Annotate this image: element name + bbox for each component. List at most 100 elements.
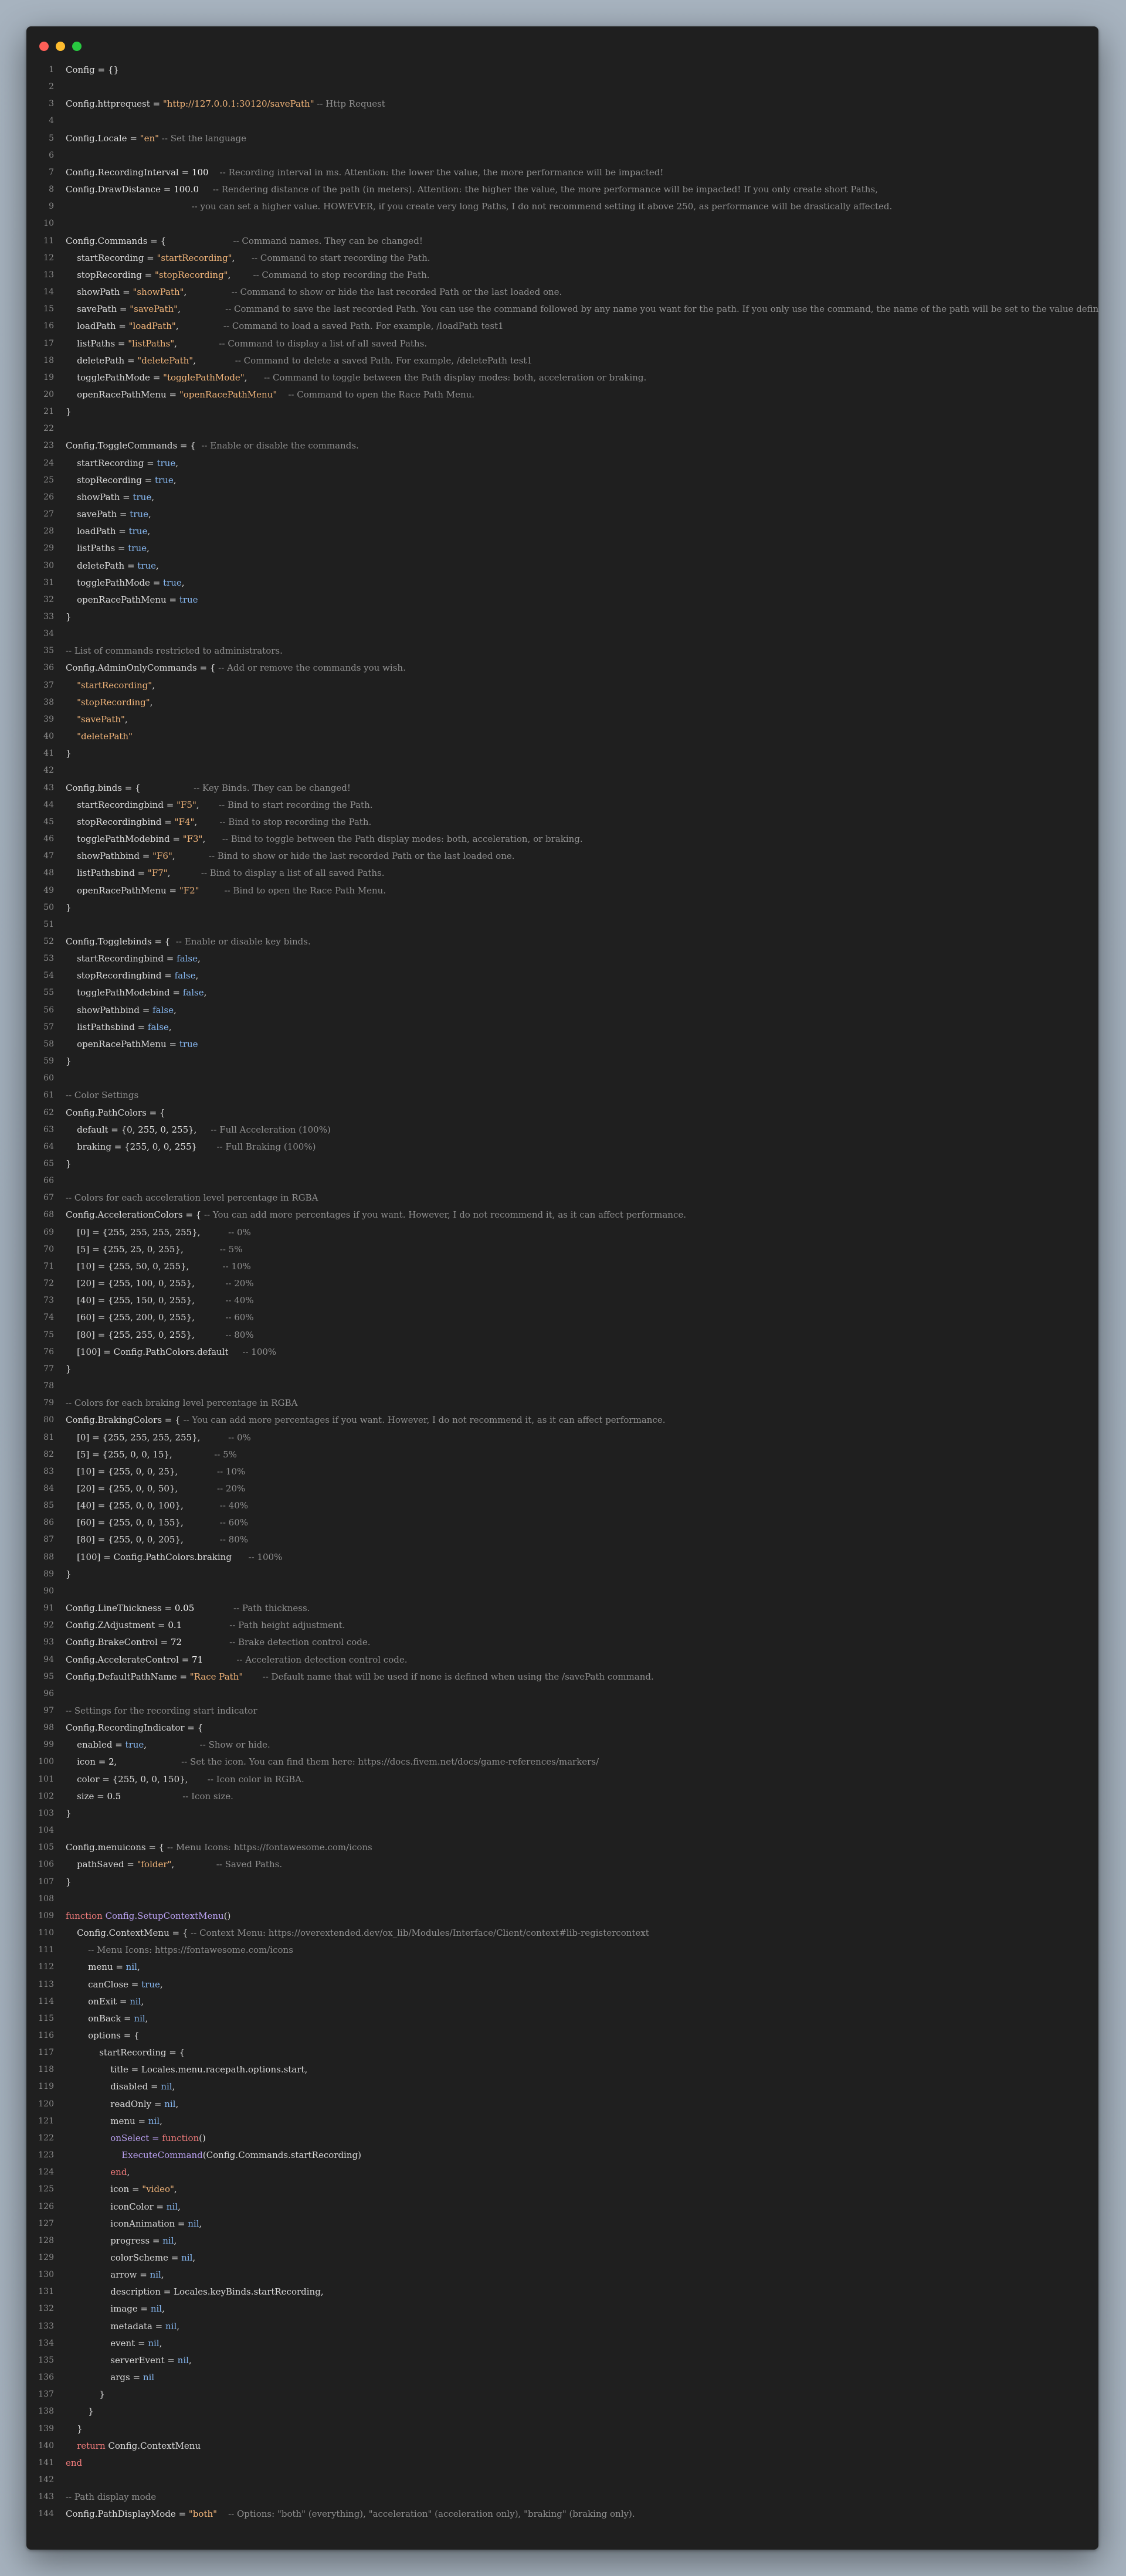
code-line[interactable]: 97 -- Settings for the recording start in… — [26, 1702, 1098, 1719]
code-line[interactable]: 72 [20] = {255, 100, 0, 255}, -- 20% — [26, 1275, 1098, 1292]
code-line[interactable]: 37 "startRecording", — [26, 677, 1098, 694]
code-line[interactable]: 93 Config.BrakeControl = 72 -- Brake dete… — [26, 1634, 1098, 1651]
code-line[interactable]: 118 title = Locales.menu.racepath.option… — [26, 2061, 1098, 2078]
code-line[interactable]: 132 image = nil, — [26, 2300, 1098, 2317]
code-line[interactable]: 76 [100] = Config.PathColors.default -- … — [26, 1344, 1098, 1361]
code-line[interactable]: 9 -- you can set a higher value. HOWEVER… — [26, 198, 1098, 215]
code-line[interactable]: 128 progress = nil, — [26, 2232, 1098, 2249]
code-line[interactable]: 20 openRacePathMenu = "openRacePathMenu"… — [26, 386, 1098, 403]
code-line[interactable]: 70 [5] = {255, 25, 0, 255}, -- 5% — [26, 1241, 1098, 1258]
code-line[interactable]: 90 — [26, 1583, 1098, 1600]
code-line[interactable]: 27 savePath = true, — [26, 506, 1098, 523]
code-line[interactable]: 126 iconColor = nil, — [26, 2198, 1098, 2215]
code-line[interactable]: 8 Config.DrawDistance = 100.0 -- Renderin… — [26, 181, 1098, 198]
code-line[interactable]: 47 showPathbind = "F6", -- Bind to show … — [26, 848, 1098, 865]
code-line[interactable]: 5 Config.Locale = "en" -- Set the languag… — [26, 130, 1098, 147]
code-line[interactable]: 59} — [26, 1053, 1098, 1070]
code-line[interactable]: 30 deletePath = true, — [26, 558, 1098, 575]
code-line[interactable]: 69 [0] = {255, 255, 255, 255}, -- 0% — [26, 1224, 1098, 1241]
code-line[interactable]: 22 — [26, 420, 1098, 437]
code-line[interactable]: 106 pathSaved = "folder", -- Saved Paths… — [26, 1856, 1098, 1873]
code-line[interactable]: 24 startRecording = true, — [26, 455, 1098, 472]
code-line[interactable]: 77} — [26, 1361, 1098, 1378]
code-line[interactable]: 87 [80] = {255, 0, 0, 205}, -- 80% — [26, 1531, 1098, 1548]
code-line[interactable]: 66 — [26, 1173, 1098, 1190]
code-line[interactable]: 21} — [26, 403, 1098, 420]
code-line[interactable]: 82 [5] = {255, 0, 0, 15}, -- 5% — [26, 1446, 1098, 1463]
code-line[interactable]: 39 "savePath", — [26, 711, 1098, 728]
minimize-icon[interactable] — [56, 42, 65, 51]
code-line[interactable]: 23 Config.ToggleCommands = { -- Enable or… — [26, 437, 1098, 454]
code-line[interactable]: 62 Config.PathColors = { — [26, 1105, 1098, 1122]
code-line[interactable]: 15 savePath = "savePath", -- Command to … — [26, 301, 1098, 318]
code-line[interactable]: 28 loadPath = true, — [26, 523, 1098, 540]
code-line[interactable]: 125 icon = "video", — [26, 2181, 1098, 2198]
code-line[interactable]: 14 showPath = "showPath", -- Command to … — [26, 284, 1098, 301]
code-line[interactable]: 139 } — [26, 2421, 1098, 2438]
code-line[interactable]: 10 — [26, 215, 1098, 232]
code-line[interactable]: 110 Config.ContextMenu = { -- Context Me… — [26, 1925, 1098, 1942]
code-line[interactable]: 79 -- Colors for each braking level perce… — [26, 1395, 1098, 1412]
code-line[interactable]: 138 } — [26, 2403, 1098, 2420]
code-line[interactable]: 60 — [26, 1070, 1098, 1087]
code-line[interactable]: 130 arrow = nil, — [26, 2266, 1098, 2283]
code-line[interactable]: 109 function Config.SetupContextMenu() — [26, 1908, 1098, 1925]
code-line[interactable]: 137 } — [26, 2386, 1098, 2403]
code-line[interactable]: 32 openRacePathMenu = true — [26, 592, 1098, 609]
code-line[interactable]: 52 Config.Togglebinds = { -- Enable or di… — [26, 933, 1098, 950]
code-line[interactable]: 75 [80] = {255, 255, 0, 255}, -- 80% — [26, 1327, 1098, 1344]
code-line[interactable]: 58 openRacePathMenu = true — [26, 1036, 1098, 1053]
code-line[interactable]: 92 Config.ZAdjustment = 0.1 -- Path heigh… — [26, 1617, 1098, 1634]
code-line[interactable]: 73 [40] = {255, 150, 0, 255}, -- 40% — [26, 1292, 1098, 1309]
maximize-icon[interactable] — [72, 42, 82, 51]
code-line[interactable]: 68 Config.AccelerationColors = { -- You c… — [26, 1207, 1098, 1224]
code-line[interactable]: 121 menu = nil, — [26, 2113, 1098, 2130]
code-line[interactable]: 56 showPathbind = false, — [26, 1002, 1098, 1019]
code-line[interactable]: 17 listPaths = "listPaths", -- Command t… — [26, 335, 1098, 352]
code-line[interactable]: 133 metadata = nil, — [26, 2318, 1098, 2335]
code-line[interactable]: 46 togglePathModebind = "F3", -- Bind to… — [26, 831, 1098, 848]
code-line[interactable]: 114 onExit = nil, — [26, 1993, 1098, 2010]
code-line[interactable]: 64 braking = {255, 0, 0, 255} -- Full Br… — [26, 1139, 1098, 1156]
code-line[interactable]: 51 — [26, 916, 1098, 933]
code-line[interactable]: 13 stopRecording = "stopRecording", -- C… — [26, 267, 1098, 284]
code-line[interactable]: 84 [20] = {255, 0, 0, 50}, -- 20% — [26, 1480, 1098, 1497]
code-line[interactable]: 88 [100] = Config.PathColors.braking -- … — [26, 1549, 1098, 1566]
code-line[interactable]: 107} — [26, 1874, 1098, 1891]
code-line[interactable]: 127 iconAnimation = nil, — [26, 2215, 1098, 2232]
code-line[interactable]: 16 loadPath = "loadPath", -- Command to … — [26, 318, 1098, 335]
code-line[interactable]: 40 "deletePath" — [26, 728, 1098, 745]
code-line[interactable]: 136 args = nil — [26, 2369, 1098, 2386]
code-line[interactable]: 103} — [26, 1805, 1098, 1822]
code-line[interactable]: 55 togglePathModebind = false, — [26, 984, 1098, 1001]
code-line[interactable]: 100 icon = 2, -- Set the icon. You can f… — [26, 1753, 1098, 1770]
code-line[interactable]: 42 — [26, 762, 1098, 779]
code-line[interactable]: 2 — [26, 79, 1098, 96]
code-line[interactable]: 108 — [26, 1891, 1098, 1908]
code-line[interactable]: 113 canClose = true, — [26, 1976, 1098, 1993]
code-line[interactable]: 11 Config.Commands = { -- Command names. … — [26, 233, 1098, 250]
code-line[interactable]: 3 Config.httprequest = "http://127.0.0.1:… — [26, 96, 1098, 113]
code-line[interactable]: 135 serverEvent = nil, — [26, 2352, 1098, 2369]
code-line[interactable]: 131 description = Locales.keyBinds.start… — [26, 2283, 1098, 2300]
code-line[interactable]: 35 -- List of commands restricted to admi… — [26, 643, 1098, 660]
code-line[interactable]: 94 Config.AccelerateControl = 71 -- Accel… — [26, 1651, 1098, 1668]
code-line[interactable]: 89} — [26, 1566, 1098, 1583]
code-line[interactable]: 102 size = 0.5 -- Icon size. — [26, 1788, 1098, 1805]
code-line[interactable]: 81 [0] = {255, 255, 255, 255}, -- 0% — [26, 1429, 1098, 1446]
code-line[interactable]: 85 [40] = {255, 0, 0, 100}, -- 40% — [26, 1497, 1098, 1514]
code-line[interactable]: 54 stopRecordingbind = false, — [26, 967, 1098, 984]
code-line[interactable]: 116 options = { — [26, 2027, 1098, 2044]
code-line[interactable]: 18 deletePath = "deletePath", -- Command… — [26, 352, 1098, 369]
code-line[interactable]: 57 listPathsbind = false, — [26, 1019, 1098, 1036]
code-line[interactable]: 65} — [26, 1156, 1098, 1173]
code-line[interactable]: 31 togglePathMode = true, — [26, 575, 1098, 592]
code-line[interactable]: 71 [10] = {255, 50, 0, 255}, -- 10% — [26, 1258, 1098, 1275]
code-line[interactable]: 123 ExecuteCommand(Config.Commands.start… — [26, 2147, 1098, 2164]
code-line[interactable]: 33} — [26, 609, 1098, 626]
code-line[interactable]: 122 onSelect = function() — [26, 2130, 1098, 2147]
code-line[interactable]: 83 [10] = {255, 0, 0, 25}, -- 10% — [26, 1463, 1098, 1480]
code-line[interactable]: 63 default = {0, 255, 0, 255}, -- Full A… — [26, 1122, 1098, 1139]
code-line[interactable]: 143 -- Path display mode — [26, 2489, 1098, 2506]
code-line[interactable]: 43 Config.binds = { -- Key Binds. They ca… — [26, 780, 1098, 797]
